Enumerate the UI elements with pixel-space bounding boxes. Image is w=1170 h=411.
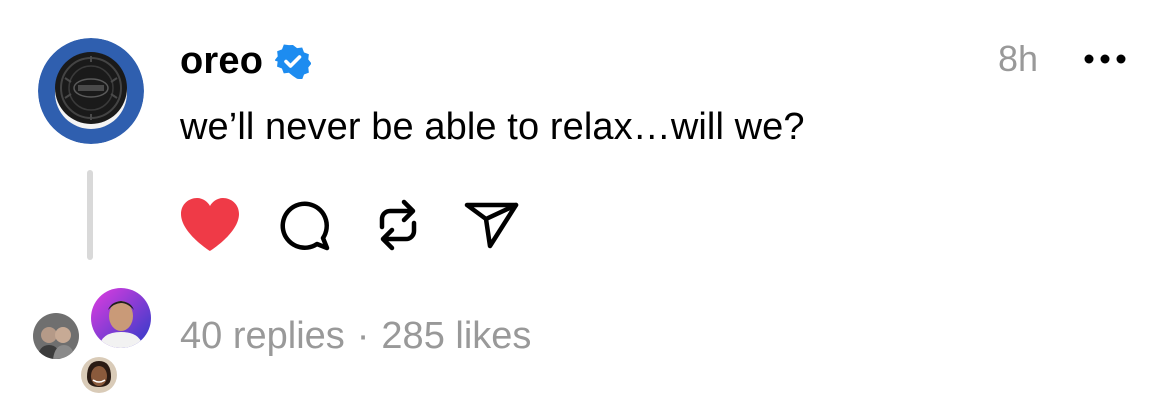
post-header: oreo	[180, 38, 312, 84]
repost-button[interactable]	[366, 193, 430, 257]
repost-icon	[379, 199, 417, 251]
timestamp: 8h	[997, 38, 1038, 79]
username[interactable]: oreo	[180, 40, 263, 83]
avatar-image	[33, 313, 79, 359]
oreo-logo	[38, 38, 144, 144]
heart-icon	[181, 198, 239, 251]
replies-count[interactable]: 40 replies	[180, 315, 345, 358]
post-stats: 40 replies · 285 likes	[180, 315, 531, 358]
avatar-image	[81, 357, 117, 393]
thread-line	[87, 170, 93, 260]
avatar[interactable]	[38, 38, 144, 144]
action-bar	[178, 192, 554, 258]
reply-avatar	[30, 310, 82, 362]
more-button[interactable]	[1084, 44, 1126, 74]
comment-button[interactable]	[272, 193, 336, 257]
likes-count[interactable]: 285 likes	[381, 315, 531, 358]
reply-avatar	[78, 354, 120, 396]
post-text: we’ll never be able to relax…will we?	[180, 106, 805, 148]
verified-badge-icon	[274, 43, 312, 80]
share-icon	[464, 202, 519, 249]
avatar-image	[91, 288, 151, 348]
stats-separator: ·	[356, 315, 370, 357]
share-button[interactable]	[460, 193, 524, 257]
more-icon	[1084, 54, 1126, 64]
comment-icon	[280, 201, 330, 251]
like-button[interactable]	[178, 193, 242, 257]
reply-avatar	[88, 285, 154, 351]
